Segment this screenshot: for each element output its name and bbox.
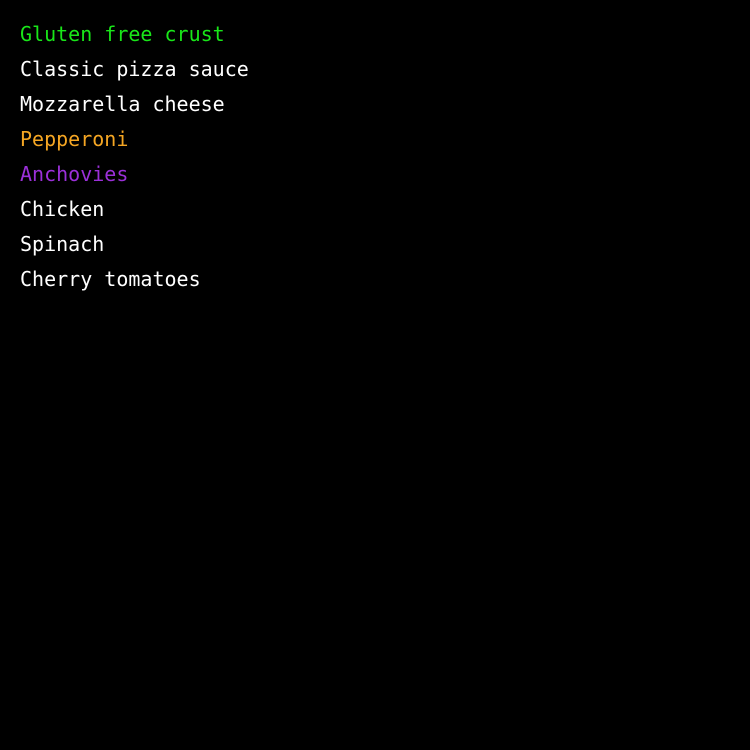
topping-item-mozzarella-cheese: Mozzarella cheese (20, 92, 225, 116)
screen: Gluten free crust Classic pizza sauce Mo… (0, 0, 750, 750)
topping-item-anchovies: Anchovies (20, 162, 129, 186)
topping-item-pepperoni: Pepperoni (20, 127, 129, 151)
topping-item-chicken: Chicken (20, 197, 105, 221)
topping-list: Gluten free crust Classic pizza sauce Mo… (20, 17, 249, 297)
topping-item-cherry-tomatoes: Cherry tomatoes (20, 267, 201, 291)
topping-item-classic-pizza-sauce: Classic pizza sauce (20, 57, 249, 81)
topping-item-spinach: Spinach (20, 232, 105, 256)
topping-item-gluten-free-crust: Gluten free crust (20, 22, 225, 46)
